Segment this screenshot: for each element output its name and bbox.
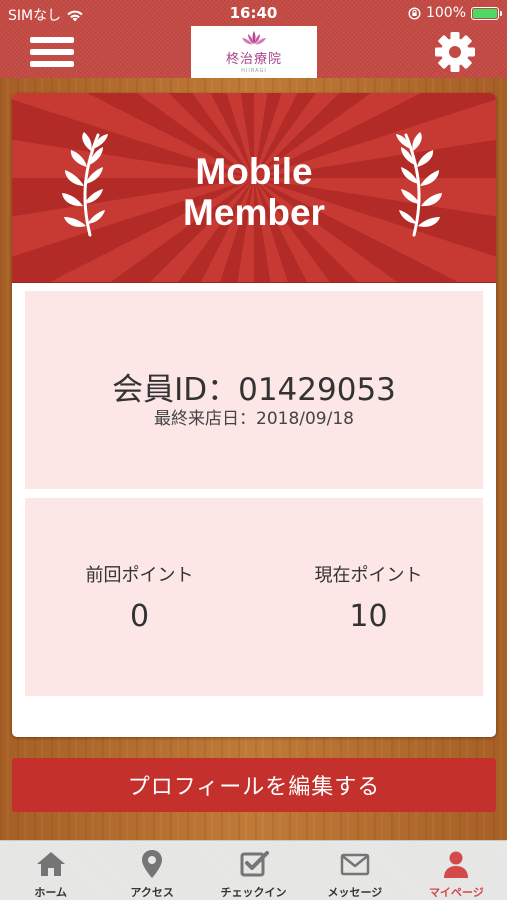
previous-points: 前回ポイント 0 <box>25 561 254 634</box>
menu-icon-bar <box>30 49 74 55</box>
tab-bar: ホーム アクセス チェックイン メッセージ マイページ <box>0 840 507 900</box>
battery-icon <box>471 6 502 20</box>
edit-profile-button[interactable]: プロフィールを編集する <box>12 758 496 812</box>
previous-points-label: 前回ポイント <box>85 565 194 586</box>
member-id: 会員ID：01429053 <box>112 372 396 408</box>
status-bar: SIMなし 16:40 100% <box>0 0 507 26</box>
member-banner: Mobile Member <box>12 93 496 283</box>
lotus-logo-icon <box>242 31 266 45</box>
battery-percent: 100% <box>425 5 466 21</box>
tab-home[interactable]: ホーム <box>0 841 101 900</box>
current-points-label: 現在ポイント <box>314 565 423 586</box>
menu-button[interactable] <box>30 34 74 70</box>
tab-access-label: アクセス <box>130 886 174 899</box>
current-points-value: 10 <box>349 599 388 634</box>
tab-access[interactable]: アクセス <box>101 841 202 900</box>
laurel-right-icon <box>396 132 442 237</box>
location-pin-icon <box>142 850 163 878</box>
tab-mypage-label: マイページ <box>428 886 484 899</box>
app-logo[interactable]: 柊治療院 HIIRAGI <box>191 26 317 78</box>
member-card: Mobile Member 会員ID：01429053 最終来店日：2018/0… <box>12 93 496 737</box>
tab-message[interactable]: メッセージ <box>304 841 405 900</box>
envelope-icon <box>340 853 370 876</box>
tab-home-label: ホーム <box>34 886 68 899</box>
battery-level-fill <box>473 8 497 18</box>
checkin-icon <box>240 851 269 877</box>
home-icon <box>36 852 65 876</box>
member-info-panel: 会員ID：01429053 最終来店日：2018/09/18 <box>25 291 483 489</box>
menu-icon-bar <box>30 37 74 43</box>
logo-subtext: HIIRAGI <box>241 68 267 74</box>
tab-checkin-label: チェックイン <box>220 886 287 899</box>
previous-points-value: 0 <box>129 599 150 634</box>
logo-text: 柊治療院 <box>225 52 282 67</box>
status-right: 100% <box>408 5 502 21</box>
menu-icon-bar <box>30 61 74 67</box>
last-visit-date: 最終来店日：2018/09/18 <box>154 409 354 429</box>
app-header: SIMなし 16:40 100% 柊治療院 HIIRAGI <box>0 0 507 78</box>
points-panel: 前回ポイント 0 現在ポイント 10 <box>25 498 483 696</box>
orientation-lock-icon <box>408 6 421 20</box>
tab-mypage[interactable]: マイページ <box>406 841 507 900</box>
tab-message-label: メッセージ <box>327 886 383 899</box>
person-icon <box>444 851 469 878</box>
settings-button[interactable] <box>433 30 477 74</box>
gear-icon <box>435 32 475 72</box>
tab-checkin[interactable]: チェックイン <box>203 841 304 900</box>
current-points: 現在ポイント 10 <box>254 561 483 634</box>
